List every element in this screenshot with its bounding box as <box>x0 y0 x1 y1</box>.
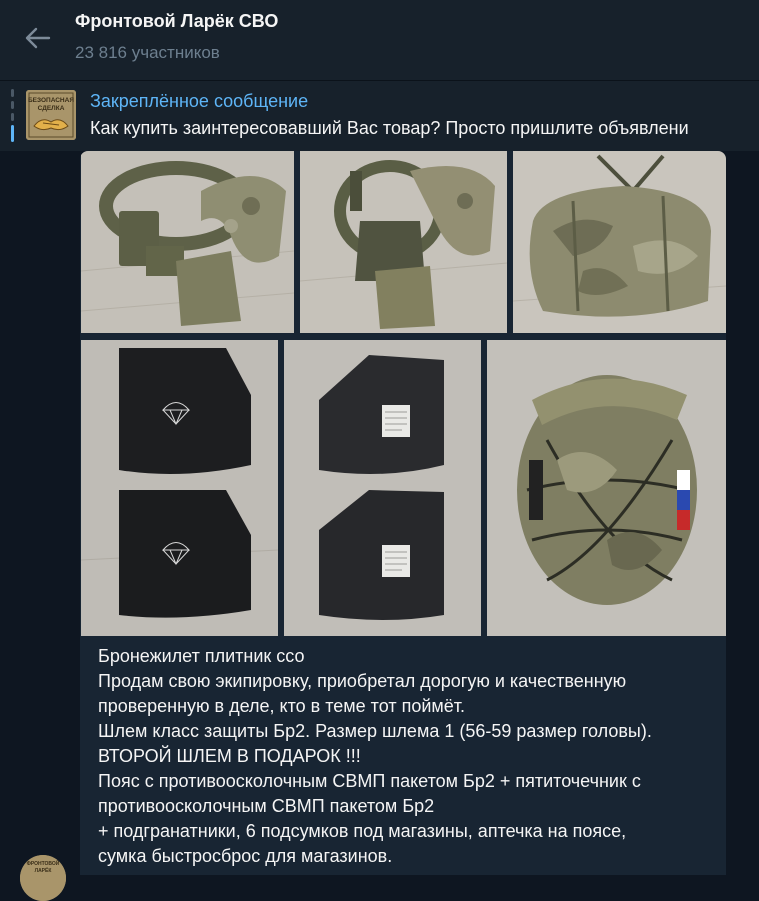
message-line: + подгранатники, 6 подсумков под магазин… <box>98 821 627 841</box>
message-line: ВТОРОЙ ШЛЕМ В ПОДАРОК !!! <box>98 746 361 766</box>
plates-photo-1[interactable] <box>81 340 278 636</box>
message-text: Бронежилет плитник ссо Продам свою экипи… <box>98 644 718 869</box>
arrow-left-icon <box>25 27 51 49</box>
message-line: проверенную в деле, кто в теме тот поймё… <box>98 696 466 716</box>
avatar-text-1: ФРОНТОВОЙ <box>27 859 60 867</box>
message-line: противоосколочным СВМП пакетом Бр2 <box>98 796 435 816</box>
avatar-text-2: ЛАРЁК <box>35 867 53 874</box>
sender-avatar[interactable]: ФРОНТОВОЙ ЛАРЁК <box>20 855 66 901</box>
pinned-title: Закреплённое сообщение <box>90 91 309 111</box>
pinned-thumb-text-1: БЕЗОПАСНАЯ <box>28 97 74 104</box>
chat-title[interactable]: Фронтовой Ларёк СВО <box>75 11 278 32</box>
pinned-message-bar[interactable]: БЕЗОПАСНАЯ СДЕЛКА Закреплённое сообщение… <box>0 80 759 151</box>
message-bubble: Бронежилет плитник ссо Продам свою экипи… <box>80 151 726 875</box>
plates-photo-2[interactable] <box>284 340 481 636</box>
chat-header: Фронтовой Ларёк СВО 23 816 участников <box>0 0 759 80</box>
message-line: сумка быстросброс для магазинов. <box>98 846 393 866</box>
pinned-thumb-text-2: СДЕЛКА <box>38 105 65 112</box>
vest-photo-1[interactable] <box>81 151 294 333</box>
message-line: Шлем класс защиты Бр2. Размер шлема 1 (5… <box>98 721 652 741</box>
message-line: Пояс с противоосколочным СВМП пакетом Бр… <box>98 771 641 791</box>
vest-photo-2[interactable] <box>300 151 507 333</box>
pinned-text: Как купить заинтересовавший Вас товар? П… <box>90 118 689 138</box>
pinned-thumbnail: БЕЗОПАСНАЯ СДЕЛКА <box>26 90 76 140</box>
message-line: Продам свою экипировку, приобретал дорог… <box>98 671 627 691</box>
bag-photo[interactable] <box>513 151 726 333</box>
back-button[interactable] <box>18 20 58 56</box>
member-count: 23 816 участников <box>75 43 220 62</box>
pinned-indicator <box>11 89 14 142</box>
message-line: Бронежилет плитник ссо <box>98 646 305 666</box>
helmet-photo[interactable] <box>487 340 726 636</box>
